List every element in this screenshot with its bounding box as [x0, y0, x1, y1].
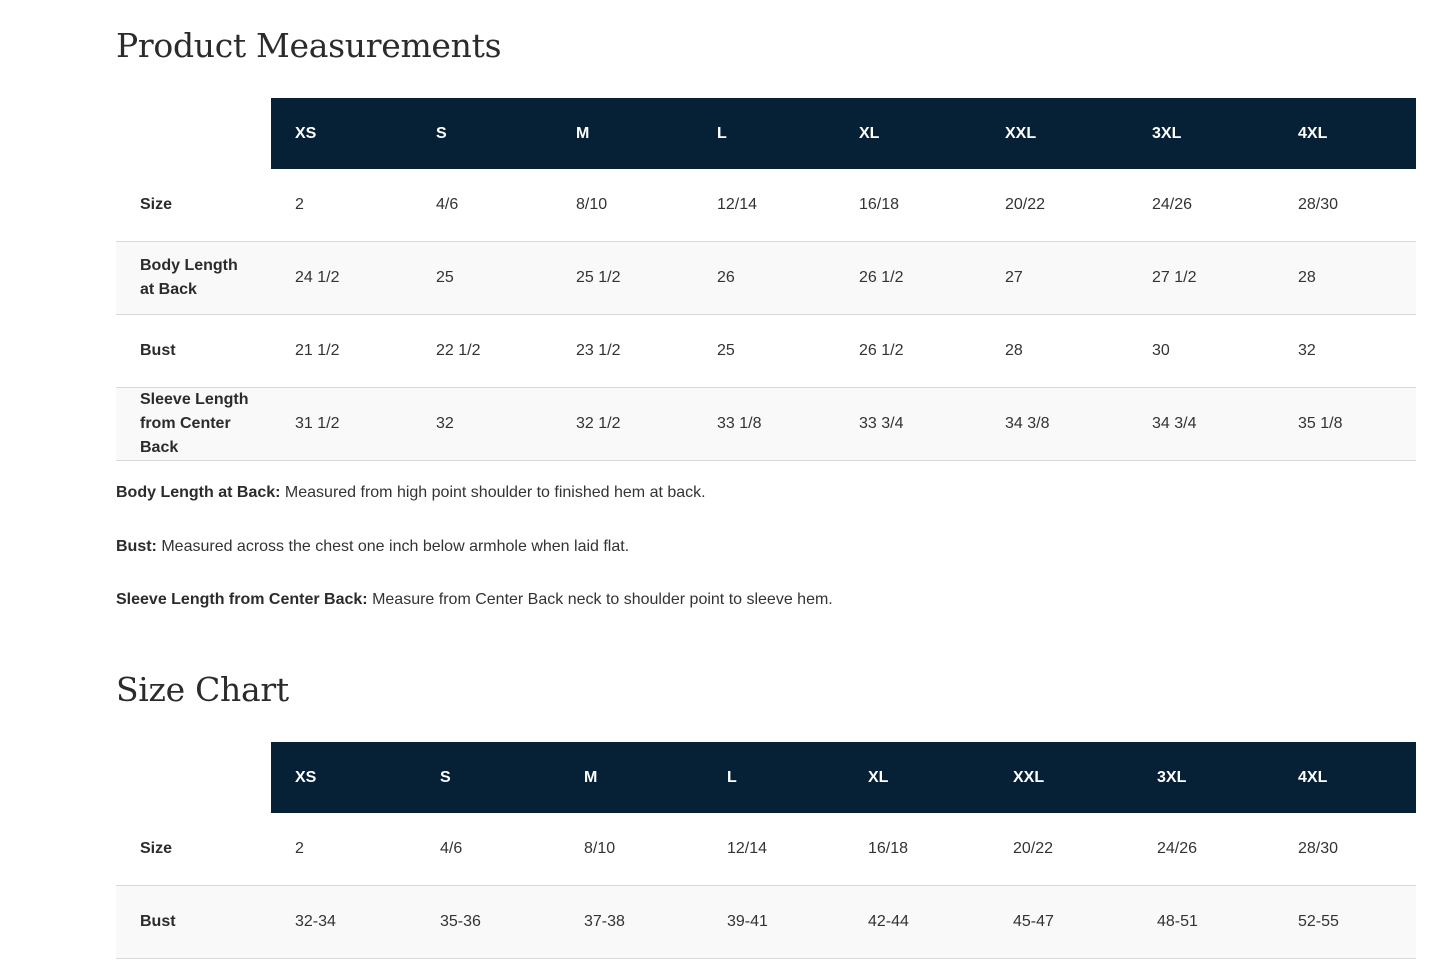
row-label: Bust [116, 885, 271, 959]
table-row: Body Length at Back 24 1/2 25 25 1/2 26 … [116, 241, 1416, 315]
table-cell: 16/18 [844, 813, 989, 886]
table-cell: 25 [412, 241, 552, 315]
table-row: Bust 21 1/2 22 1/2 23 1/2 25 26 1/2 28 3… [116, 314, 1416, 388]
table-cell: 34 3/8 [981, 387, 1128, 461]
note-text: Measure from Center Back neck to shoulde… [367, 591, 833, 608]
note-term: Bust: [116, 538, 157, 555]
table-cell: 30 [1128, 314, 1274, 388]
table-cell: 27 [981, 241, 1128, 315]
table-cell: 25 [693, 314, 835, 388]
column-header: 4XL [1274, 98, 1416, 169]
table-cell: 35-36 [416, 885, 560, 959]
table-cell: 26 1/2 [835, 314, 981, 388]
table-cell: 35 1/8 [1274, 387, 1416, 461]
table-cell: 12/14 [703, 813, 844, 886]
column-header: XXL [981, 98, 1128, 169]
note-term: Body Length at Back: [116, 484, 281, 501]
table-cell: 8/10 [552, 169, 693, 242]
table-cell: 2 [271, 813, 416, 886]
table-cell: 27 1/2 [1128, 241, 1274, 315]
table-cell: 22 1/2 [412, 314, 552, 388]
column-header: S [416, 742, 560, 813]
table-cell: 33 1/8 [693, 387, 835, 461]
table-cell: 20/22 [981, 169, 1128, 242]
table-cell: 24 1/2 [271, 241, 412, 315]
row-label: Size [116, 169, 271, 242]
note-body-length: Body Length at Back: Measured from high … [116, 484, 706, 502]
note-text: Measured across the chest one inch below… [156, 538, 630, 555]
note-term: Sleeve Length from Center Back: [116, 591, 368, 608]
table-header-row: XS S M L XL XXL 3XL 4XL [116, 742, 1416, 813]
note-bust: Bust: Measured across the chest one inch… [116, 538, 629, 556]
row-label-text: Sleeve Length from Center Back [140, 391, 249, 456]
table-cell: 28/30 [1274, 169, 1416, 242]
table-cell: 32 [1274, 314, 1416, 388]
table-cell: 26 [693, 241, 835, 315]
note-sleeve-length: Sleeve Length from Center Back: Measure … [116, 591, 833, 609]
column-header: M [560, 742, 703, 813]
note-text: Measured from high point shoulder to fin… [280, 484, 706, 501]
column-header: L [693, 98, 835, 169]
table-row: Size 2 4/6 8/10 12/14 16/18 20/22 24/26 … [116, 813, 1416, 886]
size-chart-title: Size Chart [116, 670, 289, 709]
table-cell: 16/18 [835, 169, 981, 242]
column-header: S [412, 98, 552, 169]
table-cell: 32-34 [271, 885, 416, 959]
table-row: Sleeve Length from Center Back 31 1/2 32… [116, 387, 1416, 461]
column-header: XL [835, 98, 981, 169]
table-cell: 34 3/4 [1128, 387, 1274, 461]
table-cell: 21 1/2 [271, 314, 412, 388]
column-header: L [703, 742, 844, 813]
table-cell: 48-51 [1133, 885, 1274, 959]
table-cell: 39-41 [703, 885, 844, 959]
table-cell: 25 1/2 [552, 241, 693, 315]
table-cell: 52-55 [1274, 885, 1416, 959]
table-cell: 32 1/2 [552, 387, 693, 461]
row-label: Size [116, 813, 271, 886]
row-label: Body Length at Back [116, 241, 271, 315]
size-chart-table: XS S M L XL XXL 3XL 4XL Size 2 4/6 8/10 … [116, 742, 1416, 959]
table-cell: 24/26 [1133, 813, 1274, 886]
row-label: Sleeve Length from Center Back [116, 387, 271, 461]
table-cell: 4/6 [416, 813, 560, 886]
column-header: XS [271, 742, 416, 813]
table-cell: 37-38 [560, 885, 703, 959]
table-cell: 28 [1274, 241, 1416, 315]
product-measurements-table: XS S M L XL XXL 3XL 4XL Size 2 4/6 8/10 … [116, 98, 1416, 461]
table-cell: 4/6 [412, 169, 552, 242]
column-header: XL [844, 742, 989, 813]
table-row: Bust 32-34 35-36 37-38 39-41 42-44 45-47… [116, 885, 1416, 959]
table-cell: 28/30 [1274, 813, 1416, 886]
product-measurements-title: Product Measurements [116, 26, 502, 65]
table-cell: 8/10 [560, 813, 703, 886]
table-cell: 12/14 [693, 169, 835, 242]
table-cell: 31 1/2 [271, 387, 412, 461]
table-row: Size 2 4/6 8/10 12/14 16/18 20/22 24/26 … [116, 169, 1416, 242]
table-cell: 33 3/4 [835, 387, 981, 461]
table-cell: 20/22 [989, 813, 1133, 886]
column-header: XXL [989, 742, 1133, 813]
table-header-row: XS S M L XL XXL 3XL 4XL [116, 98, 1416, 169]
table-cell: 28 [981, 314, 1128, 388]
table-cell: 45-47 [989, 885, 1133, 959]
column-header: 4XL [1274, 742, 1416, 813]
column-header: XS [271, 98, 412, 169]
table-cell: 26 1/2 [835, 241, 981, 315]
table-cell: 32 [412, 387, 552, 461]
table-cell: 42-44 [844, 885, 989, 959]
table-cell: 23 1/2 [552, 314, 693, 388]
row-label-text: Body Length at Back [140, 257, 238, 298]
table-cell: 24/26 [1128, 169, 1274, 242]
column-header: 3XL [1128, 98, 1274, 169]
header-corner [116, 742, 271, 813]
row-label: Bust [116, 314, 271, 388]
column-header: M [552, 98, 693, 169]
table-cell: 2 [271, 169, 412, 242]
header-corner [116, 98, 271, 169]
column-header: 3XL [1133, 742, 1274, 813]
